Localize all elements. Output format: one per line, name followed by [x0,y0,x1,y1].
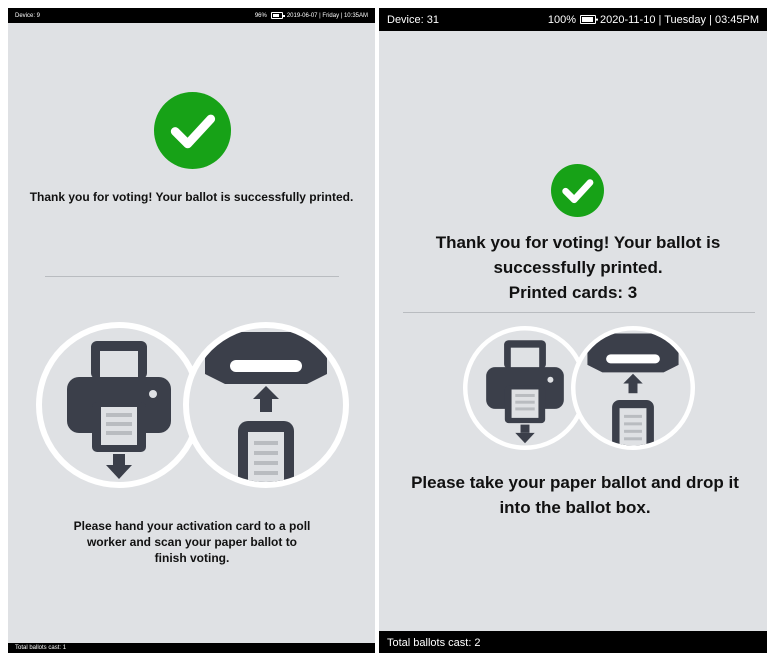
battery-icon [579,15,596,24]
thank-you-message: Thank you for voting! Your ballot is suc… [435,233,721,277]
datetime-label: 2020-11-10 | Tuesday | 03:45PM [599,13,759,26]
thank-you-message: Thank you for voting! Your ballot is suc… [29,190,354,204]
printed-cards-label: Printed cards: 3 [508,283,638,302]
ballot-box-icon [183,322,349,488]
device-label: Device: 31 [387,13,439,26]
printer-icon [36,322,202,488]
status-right: 100% 2020-11-10 | Tuesday | 03:45PM [548,14,759,26]
battery-percent: 100% [547,13,576,26]
success-check-icon [551,164,604,217]
device-label: Device: 9 [15,12,41,19]
success-check-icon [154,92,231,169]
footer-bar: Total ballots cast: 1 [8,643,375,653]
ballot-box-icon [571,326,695,450]
status-right: 96% 2019-06-07 | Friday | 10:35AM [255,12,368,19]
battery-percent: 96% [254,12,267,19]
printer-icon [463,326,587,450]
status-bar: Device: 9 96% 2019-06-07 | Friday | 10:3… [8,8,375,23]
right-screen: Device: 31 100% 2020-11-10 | Tuesday | 0… [379,8,767,653]
left-screen: Device: 9 96% 2019-06-07 | Friday | 10:3… [8,8,375,653]
battery-icon [270,12,283,19]
divider [45,276,339,277]
divider [403,312,755,313]
instruction-text: Please hand your activation card to a po… [73,519,311,565]
instruction-text: Please take your paper ballot and drop i… [411,473,739,517]
footer-bar: Total ballots cast: 2 [379,631,767,653]
datetime-label: 2019-06-07 | Friday | 10:35AM [286,12,368,19]
status-bar: Device: 31 100% 2020-11-10 | Tuesday | 0… [379,8,767,31]
